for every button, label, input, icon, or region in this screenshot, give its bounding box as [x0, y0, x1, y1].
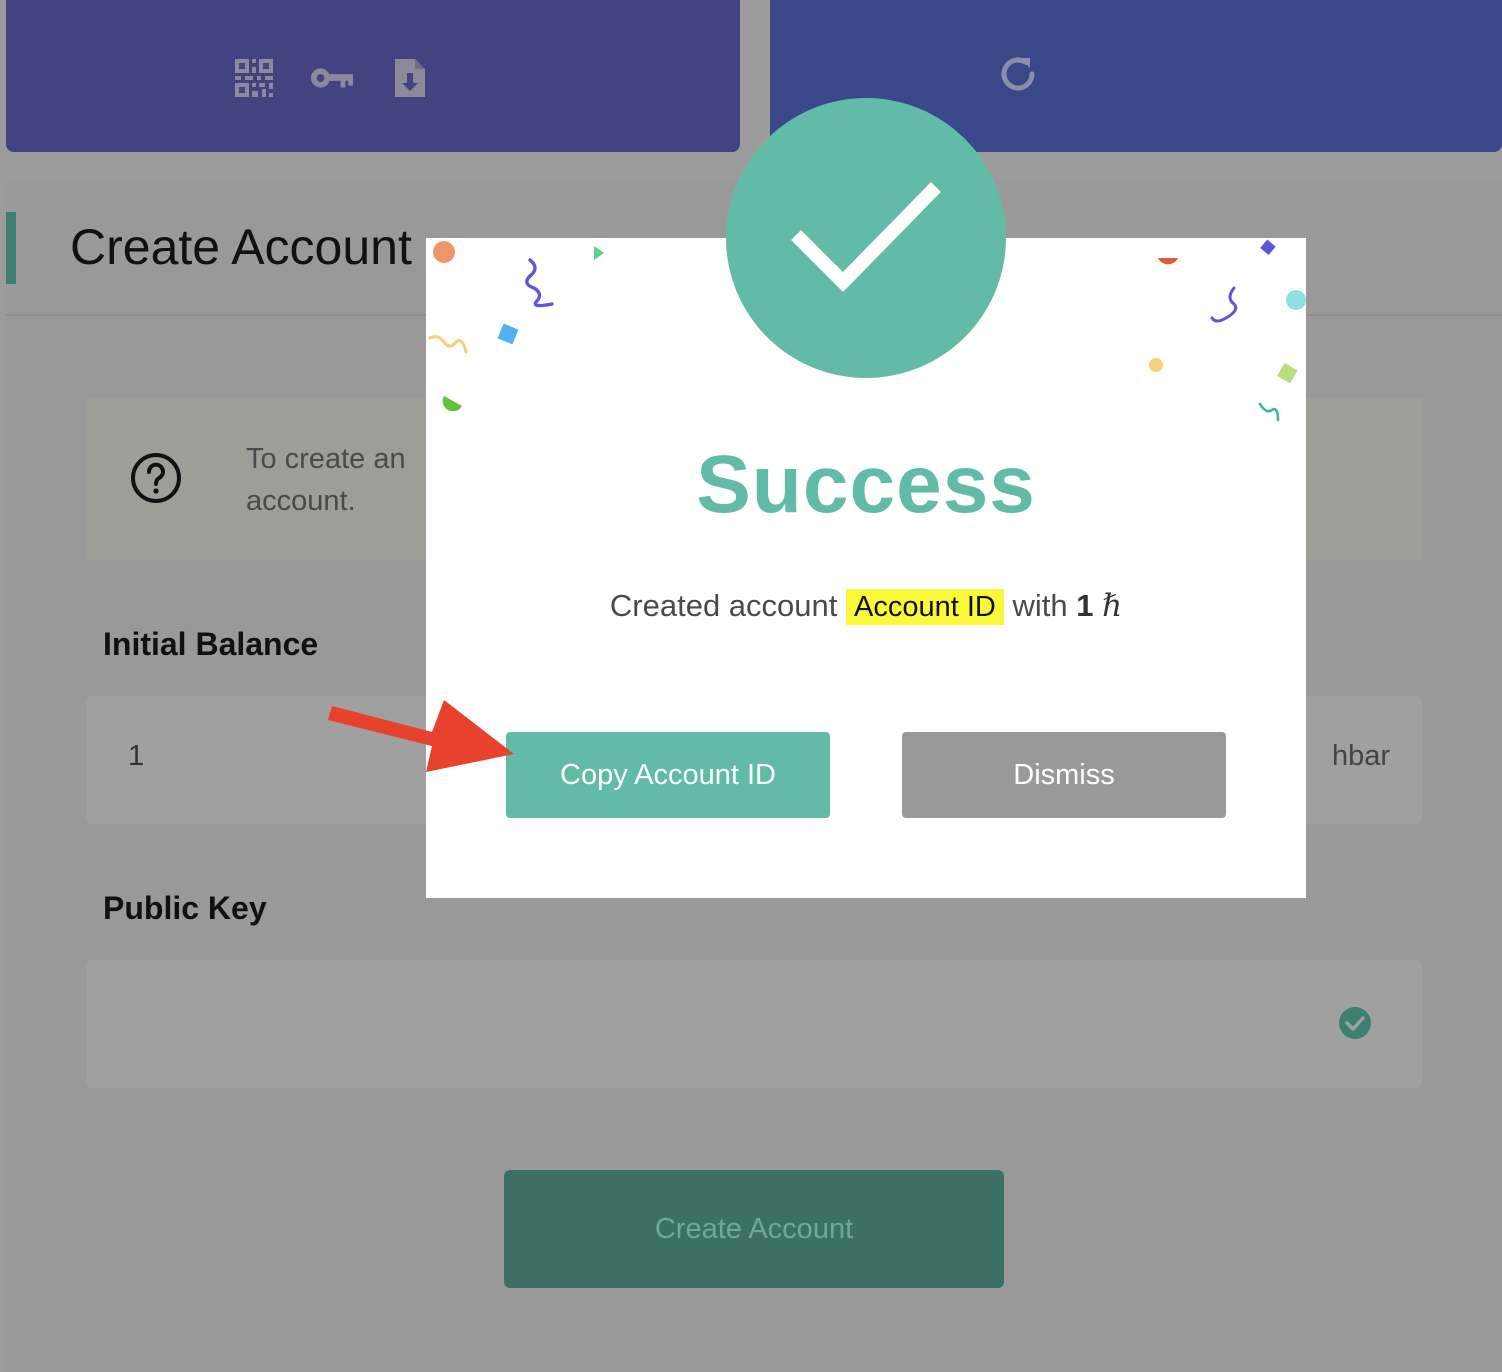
message-prefix: Created account	[609, 588, 838, 623]
page-title: Create Account	[70, 219, 412, 275]
initial-balance-label: Initial Balance	[103, 626, 319, 662]
info-text: To create an account.	[246, 438, 406, 522]
red-arrow-icon	[328, 700, 514, 772]
success-message: Created account Account ID with 1 ℏ	[426, 588, 1306, 625]
hbar-symbol: ℏ	[1102, 588, 1123, 624]
public-key-label: Public Key	[103, 890, 267, 926]
info-text-line-1: To create an	[246, 443, 406, 475]
message-with: with	[1012, 588, 1068, 623]
public-key-input[interactable]	[86, 960, 1422, 1088]
copy-account-id-button[interactable]: Copy Account ID	[506, 732, 830, 818]
file-download-icon[interactable]	[388, 56, 432, 100]
create-account-button[interactable]: Create Account	[504, 1170, 1004, 1288]
success-check-badge	[726, 98, 1006, 378]
checkmark-icon	[791, 182, 941, 292]
check-circle-icon	[1339, 1007, 1371, 1039]
initial-balance-value[interactable]: 1	[128, 740, 144, 773]
key-icon[interactable]	[310, 56, 354, 100]
balance-unit-label: hbar	[1331, 740, 1390, 772]
header-accent-bar	[6, 212, 16, 284]
qr-code-icon[interactable]	[232, 56, 276, 100]
success-title: Success	[696, 439, 1036, 530]
question-circle-icon	[131, 453, 181, 503]
toolbar-icons	[232, 56, 432, 100]
info-text-line-2: account.	[246, 485, 356, 517]
dismiss-button[interactable]: Dismiss	[902, 732, 1226, 818]
amount-value: 1	[1076, 588, 1094, 623]
account-id-highlight: Account ID	[846, 589, 1004, 625]
top-toolbar-left	[6, 0, 740, 152]
refresh-icon[interactable]	[996, 52, 1040, 96]
